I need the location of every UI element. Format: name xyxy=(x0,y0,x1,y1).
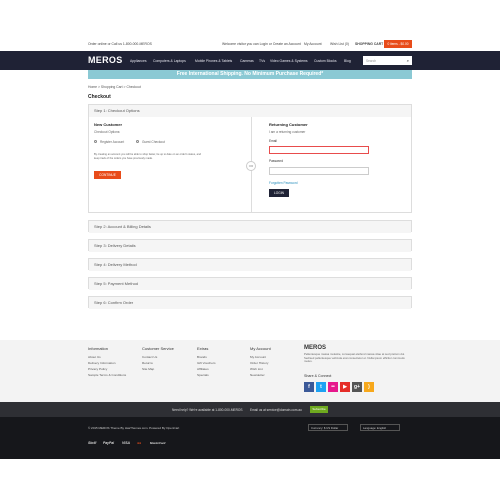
share-connect-heading: Share & Connect xyxy=(304,374,332,378)
step-4-header[interactable]: Step 4: Delivery Method xyxy=(89,259,411,271)
checkout-step-2[interactable]: Step 2: Account & Billing Details xyxy=(88,220,412,233)
footer-heading: My Account xyxy=(250,346,271,351)
or-badge: OR xyxy=(246,161,256,171)
step-2-header[interactable]: Step 2: Account & Billing Details xyxy=(89,221,411,233)
email-label: Email xyxy=(269,139,277,143)
google-plus-icon[interactable]: g+ xyxy=(352,382,362,392)
checkout-step-1: Step 1: Checkout Options New Customer Ch… xyxy=(88,104,412,213)
footer-description: Pellentesque massa molestie, consequat e… xyxy=(304,352,405,364)
shopping-cart-label[interactable]: SHOPPING CART xyxy=(355,42,383,46)
guest-radio[interactable] xyxy=(136,140,140,144)
guest-label: Guest Checkout xyxy=(142,140,165,144)
paypal-logo: PayPal xyxy=(103,441,115,445)
top-bar: Order online or Call us 1-800-000-MEROS … xyxy=(0,38,500,51)
nav-item-cameras[interactable]: Cameras xyxy=(240,59,254,63)
footer: Information About Us Delivery Informatio… xyxy=(0,340,500,402)
footer-link[interactable]: Sample Terms & Conditions xyxy=(88,372,126,378)
cart-button[interactable]: 0 items - $0.00 xyxy=(384,40,412,48)
register-radio[interactable] xyxy=(94,140,98,144)
welcome-text[interactable]: Welcome visitor you can Login or Create … xyxy=(222,42,301,46)
checkout-step-5[interactable]: Step 5: Payment Method xyxy=(88,277,412,290)
step-6-header[interactable]: Step 6: Confirm Order xyxy=(89,297,411,309)
nav-item-appliances[interactable]: Appliances xyxy=(130,59,147,63)
bottom-bar: © 2015 MEROS Theme By HasThemes.com. Pow… xyxy=(0,417,500,459)
nav-item-custom-blocks[interactable]: Custom Blocks xyxy=(314,59,337,63)
footer-link[interactable]: Site Map xyxy=(142,366,174,372)
visa-logo: VISA xyxy=(122,441,130,445)
search-icon[interactable]: ⌕ xyxy=(407,58,409,63)
footer-heading: Extras xyxy=(197,346,209,351)
breadcrumb[interactable]: Home > Shopping Cart > Checkout xyxy=(88,85,141,89)
nav-item-blog[interactable]: Blog xyxy=(344,59,351,63)
footer-col-information: Information About Us Delivery Informatio… xyxy=(88,346,126,378)
step-3-header[interactable]: Step 3: Delivery Details xyxy=(89,240,411,252)
my-account-link[interactable]: My Account xyxy=(304,42,322,46)
footer-col-extras: Extras Brands Gift Vouchers Affiliates S… xyxy=(197,346,216,378)
copyright-text: © 2015 MEROS Theme By HasThemes.com. Pow… xyxy=(88,426,180,430)
new-customer-desc-2: keep track of the orders you have previo… xyxy=(94,157,153,160)
password-field[interactable] xyxy=(269,167,369,175)
mastercard-logo: MasterCard xyxy=(150,441,166,445)
email-text[interactable]: Email us at service@domain.com.au xyxy=(250,408,302,412)
site-logo[interactable]: MEROS xyxy=(88,55,123,65)
main-nav: MEROS Appliances Computers & Laptops Mob… xyxy=(0,51,500,70)
register-label: Register Account xyxy=(100,140,125,144)
footer-heading: Customer Service xyxy=(142,346,174,351)
footer-col-customer-service: Customer Service Contact Us Returns Site… xyxy=(142,346,174,372)
footer-col-my-account: My Account My Account Order History Wish… xyxy=(250,346,271,378)
checkout-step-3[interactable]: Step 3: Delivery Details xyxy=(88,239,412,252)
returning-customer-title: Returning Customer xyxy=(269,122,308,127)
nav-item-mobile[interactable]: Mobile Phones & Tablets xyxy=(195,59,232,63)
subscribe-button[interactable]: Subscribe xyxy=(310,406,328,413)
wishlist-link[interactable]: Wish List (0) xyxy=(330,42,349,46)
continue-button[interactable]: CONTINUE xyxy=(94,171,121,179)
step-1-header[interactable]: Step 1: Checkout Options xyxy=(89,105,411,117)
rss-icon[interactable]: ) xyxy=(364,382,374,392)
youtube-icon[interactable]: ▶ xyxy=(340,382,350,392)
facebook-icon[interactable]: f xyxy=(304,382,314,392)
nav-item-computers[interactable]: Computers & Laptops xyxy=(153,59,186,63)
nav-item-video-games[interactable]: Video Games & Systems xyxy=(270,59,308,63)
promo-banner: Free International Shipping. No Minimum … xyxy=(88,70,412,79)
footer-link[interactable]: Newsletter xyxy=(250,372,271,378)
help-bar: Need help? We're available at 1-800-000-… xyxy=(0,402,500,417)
step-5-header[interactable]: Step 5: Payment Method xyxy=(89,278,411,290)
checkout-step-4[interactable]: Step 4: Delivery Method xyxy=(88,258,412,271)
help-text: Need help? We're available at 1-800-000-… xyxy=(172,407,243,412)
footer-heading: Information xyxy=(88,346,109,351)
currency-select[interactable]: Currency: $ US Dollar xyxy=(308,424,348,431)
login-button[interactable]: LOGIN xyxy=(269,189,289,197)
mastercard-circles-icon: ●● xyxy=(137,441,142,445)
nav-item-tvs[interactable]: TVs xyxy=(259,59,265,63)
search-input[interactable]: Search ⌕ xyxy=(363,56,412,65)
checkout-options-label: Checkout Options: xyxy=(94,130,121,134)
twitter-icon[interactable]: t xyxy=(316,382,326,392)
flickr-icon[interactable]: •• xyxy=(328,382,338,392)
checkout-step-6[interactable]: Step 6: Confirm Order xyxy=(88,296,412,309)
top-phone-text: Order online or Call us 1-800-000-MEROS xyxy=(88,42,152,46)
footer-logo: MEROS xyxy=(304,345,327,351)
skrill-logo: Skrill xyxy=(88,441,97,445)
language-select[interactable]: Language: English xyxy=(360,424,400,431)
footer-link[interactable]: Specials xyxy=(197,372,216,378)
search-placeholder: Search xyxy=(366,58,377,63)
forgot-password-link[interactable]: Forgotten Password xyxy=(269,181,298,185)
new-customer-desc-1: By creating an account you will be able … xyxy=(94,153,201,156)
page-title: Checkout xyxy=(88,94,111,100)
password-label: Password xyxy=(269,159,283,163)
email-field[interactable] xyxy=(269,146,369,154)
new-customer-title: New Customer xyxy=(94,122,123,127)
returning-subtitle: I am a returning customer xyxy=(269,130,306,134)
